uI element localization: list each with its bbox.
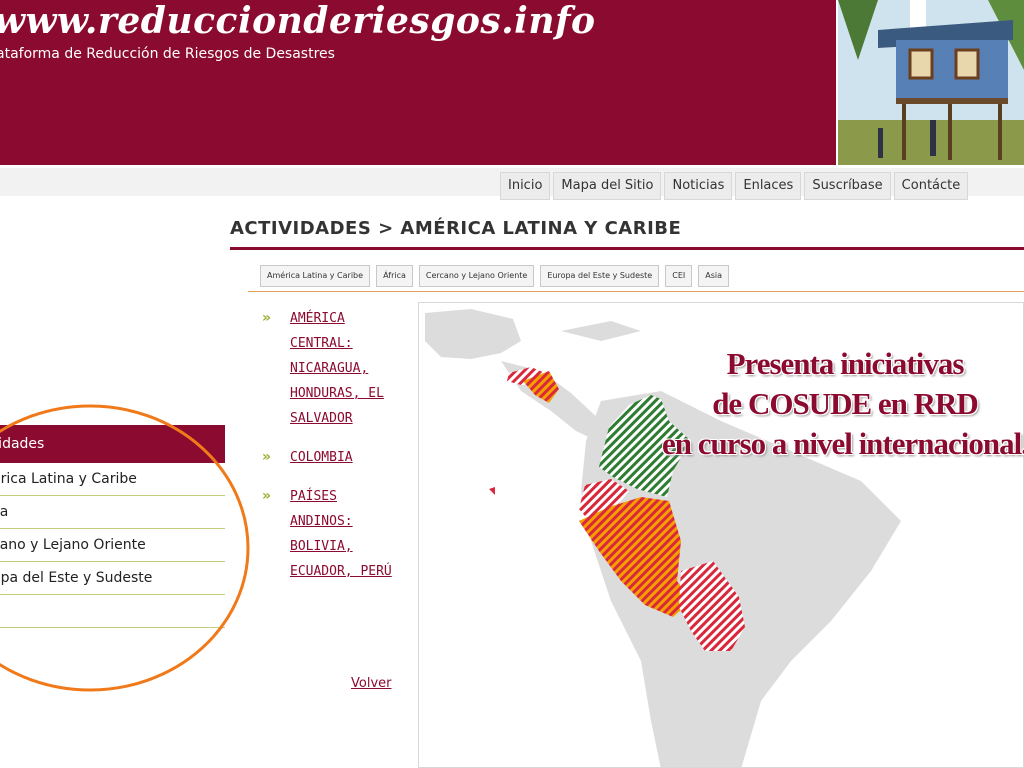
region-tabs: América Latina y Caribe África Cercano y…: [260, 265, 729, 287]
nav-enlaces[interactable]: Enlaces: [735, 172, 802, 200]
double-chevron-icon: »: [262, 488, 272, 504]
overlay-caption: Presenta iniciativas de COSUDE en RRD en…: [630, 344, 1024, 464]
tab-cercano-oriente[interactable]: Cercano y Lejano Oriente: [418, 265, 535, 287]
link-paises-andinos[interactable]: PAÍSES ANDINOS: BOLIVIA, ECUADOR, PERÚ: [290, 484, 400, 584]
page-title: ACTIVIDADES > AMÉRICA LATINA Y CARIBE: [230, 218, 682, 239]
tab-africa[interactable]: África: [376, 265, 413, 287]
tabs-divider: [248, 291, 1024, 292]
volver-link[interactable]: Volver: [351, 676, 392, 691]
nav-noticias[interactable]: Noticias: [664, 172, 733, 200]
tab-europa-este[interactable]: Europa del Este y Sudeste: [540, 265, 660, 287]
title-divider: [230, 247, 1024, 250]
double-chevron-icon: »: [262, 310, 272, 326]
nav-mapa-del-sitio[interactable]: Mapa del Sitio: [553, 172, 662, 200]
north-america-shape: [425, 309, 521, 359]
tab-cei[interactable]: CEI: [665, 265, 693, 287]
link-america-central[interactable]: AMÉRICA CENTRAL: NICARAGUA, HONDURAS, EL…: [290, 306, 400, 431]
side-item-cercano-oriente[interactable]: cano y Lejano Oriente: [0, 529, 225, 562]
nav-contacte[interactable]: Contácte: [893, 172, 969, 200]
top-navigation: Inicio Mapa del Sitio Noticias Enlaces S…: [500, 172, 969, 200]
tab-america-latina[interactable]: América Latina y Caribe: [260, 265, 371, 287]
nav-inicio[interactable]: Inicio: [500, 172, 551, 200]
site-url[interactable]: www.reduccionderiesgos.info: [0, 0, 596, 42]
header-photo: [838, 0, 1024, 165]
list-item: » COLOMBIA: [262, 445, 402, 470]
site-subtitle: ataforma de Reducción de Riesgos de Desa…: [0, 46, 335, 62]
map-galapagos: [489, 487, 495, 495]
double-chevron-icon: »: [262, 449, 272, 465]
caribbean-shape: [561, 321, 641, 341]
side-menu-header: ividades: [0, 425, 225, 463]
overlay-line-2: de COSUDE en RRD: [712, 386, 979, 421]
side-item-africa[interactable]: ca: [0, 496, 225, 529]
site-header: www.reduccionderiesgos.info ataforma de …: [0, 0, 836, 165]
side-item-europa-este[interactable]: opa del Este y Sudeste: [0, 562, 225, 595]
tab-asia[interactable]: Asia: [698, 265, 729, 287]
side-item-cei[interactable]: [0, 595, 225, 628]
list-item: » AMÉRICA CENTRAL: NICARAGUA, HONDURAS, …: [262, 306, 402, 431]
link-colombia[interactable]: COLOMBIA: [290, 445, 400, 470]
side-item-asia[interactable]: a: [0, 628, 225, 660]
side-menu: ividades érica Latina y Caribe ca cano y…: [0, 425, 225, 665]
overlay-line-1: Presenta iniciativas: [726, 346, 965, 381]
list-item: » PAÍSES ANDINOS: BOLIVIA, ECUADOR, PERÚ: [262, 484, 402, 584]
overlay-line-3: en curso a nivel internacional.: [662, 426, 1024, 461]
side-item-america-latina[interactable]: érica Latina y Caribe: [0, 463, 225, 496]
country-list: » AMÉRICA CENTRAL: NICARAGUA, HONDURAS, …: [262, 306, 402, 598]
nav-suscribase[interactable]: Suscríbase: [804, 172, 891, 200]
